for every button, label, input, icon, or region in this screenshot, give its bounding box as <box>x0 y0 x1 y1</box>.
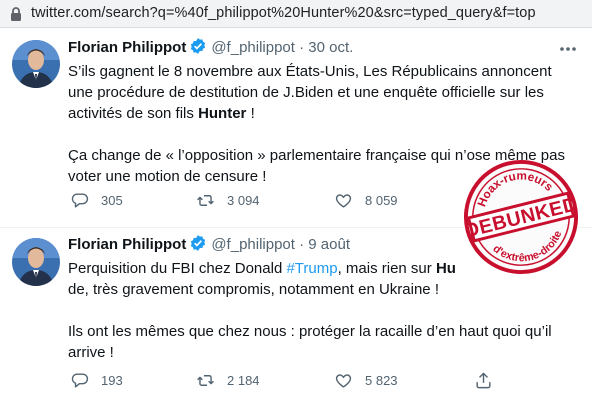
author-handle[interactable]: @f_philippot <box>211 236 295 253</box>
author-handle[interactable]: @f_philippot <box>211 39 295 56</box>
tweet-line: S’ils gagnent le 8 novembre aux États-Un… <box>68 63 552 80</box>
heart-icon <box>335 193 352 208</box>
more-options-icon[interactable] <box>558 40 578 58</box>
reply-icon <box>71 372 89 388</box>
debunked-stamp: Hoax-rumeurs DEBUNKED d'extrême-droite <box>463 160 580 275</box>
retweet-icon <box>197 194 214 206</box>
avatar-image <box>12 40 60 88</box>
heart-icon <box>335 373 352 388</box>
author-name[interactable]: Florian Philippot <box>68 236 186 253</box>
text-fragment: ! <box>246 105 255 122</box>
url-text[interactable]: twitter.com/search?q=%40f_philippot%20Hu… <box>31 5 536 21</box>
reply-icon <box>71 192 89 208</box>
tweet-line: une procédure de destitution de J.Biden … <box>68 84 544 101</box>
retweet-button[interactable]: 2 184 <box>196 368 260 392</box>
author-name[interactable]: Florian Philippot <box>68 39 186 56</box>
retweet-count: 3 094 <box>227 192 260 208</box>
retweet-count: 2 184 <box>227 372 260 388</box>
tweet-line: arrive ! <box>68 344 114 361</box>
like-button[interactable]: 5 823 <box>334 368 398 392</box>
avatar[interactable] <box>12 40 60 88</box>
reply-count: 305 <box>101 192 123 208</box>
tweet-date[interactable]: 30 oct. <box>308 39 353 56</box>
separator-dot: · <box>299 236 305 253</box>
like-count: 5 823 <box>365 372 398 388</box>
tweet-line: Ils ont les mêmes que chez nous : protég… <box>68 323 552 340</box>
reply-button[interactable]: 193 <box>70 368 123 392</box>
tweet-header: Florian Philippot @f_philippot · 30 oct. <box>68 37 353 58</box>
text-fragment: , mais rien sur <box>337 260 436 277</box>
hashtag-link[interactable]: #Trump <box>286 260 337 277</box>
tweet-line: de, très gravement compromis, notamment … <box>68 281 439 298</box>
highlighted-term: Hunter <box>198 105 247 122</box>
tweet-line: activités de son fils Hunter ! <box>68 103 574 124</box>
tweet-actions: 193 2 184 5 823 <box>62 368 582 392</box>
text-fragment: Perquisition du FBI chez Donald <box>68 260 287 277</box>
share-icon <box>476 372 491 388</box>
retweet-button[interactable]: 3 094 <box>196 188 260 212</box>
reply-button[interactable]: 305 <box>70 188 123 212</box>
avatar-image <box>12 238 60 286</box>
tweet-date[interactable]: 9 août <box>308 236 350 253</box>
separator-dot: · <box>299 39 305 56</box>
share-button[interactable] <box>474 368 493 392</box>
text-fragment: activités de son fils <box>68 105 199 122</box>
tweet-header: Florian Philippot @f_philippot · 9 août <box>68 234 350 255</box>
highlighted-term: Hu <box>435 260 456 277</box>
reply-count: 193 <box>101 372 123 388</box>
verified-badge-icon <box>191 235 206 251</box>
retweet-icon <box>197 374 214 386</box>
like-button[interactable]: 8 059 <box>334 188 398 212</box>
avatar[interactable] <box>12 238 60 286</box>
lock-icon[interactable] <box>8 6 24 22</box>
like-count: 8 059 <box>365 192 398 208</box>
verified-badge-icon <box>191 38 206 54</box>
address-bar[interactable]: twitter.com/search?q=%40f_philippot%20Hu… <box>0 0 592 28</box>
